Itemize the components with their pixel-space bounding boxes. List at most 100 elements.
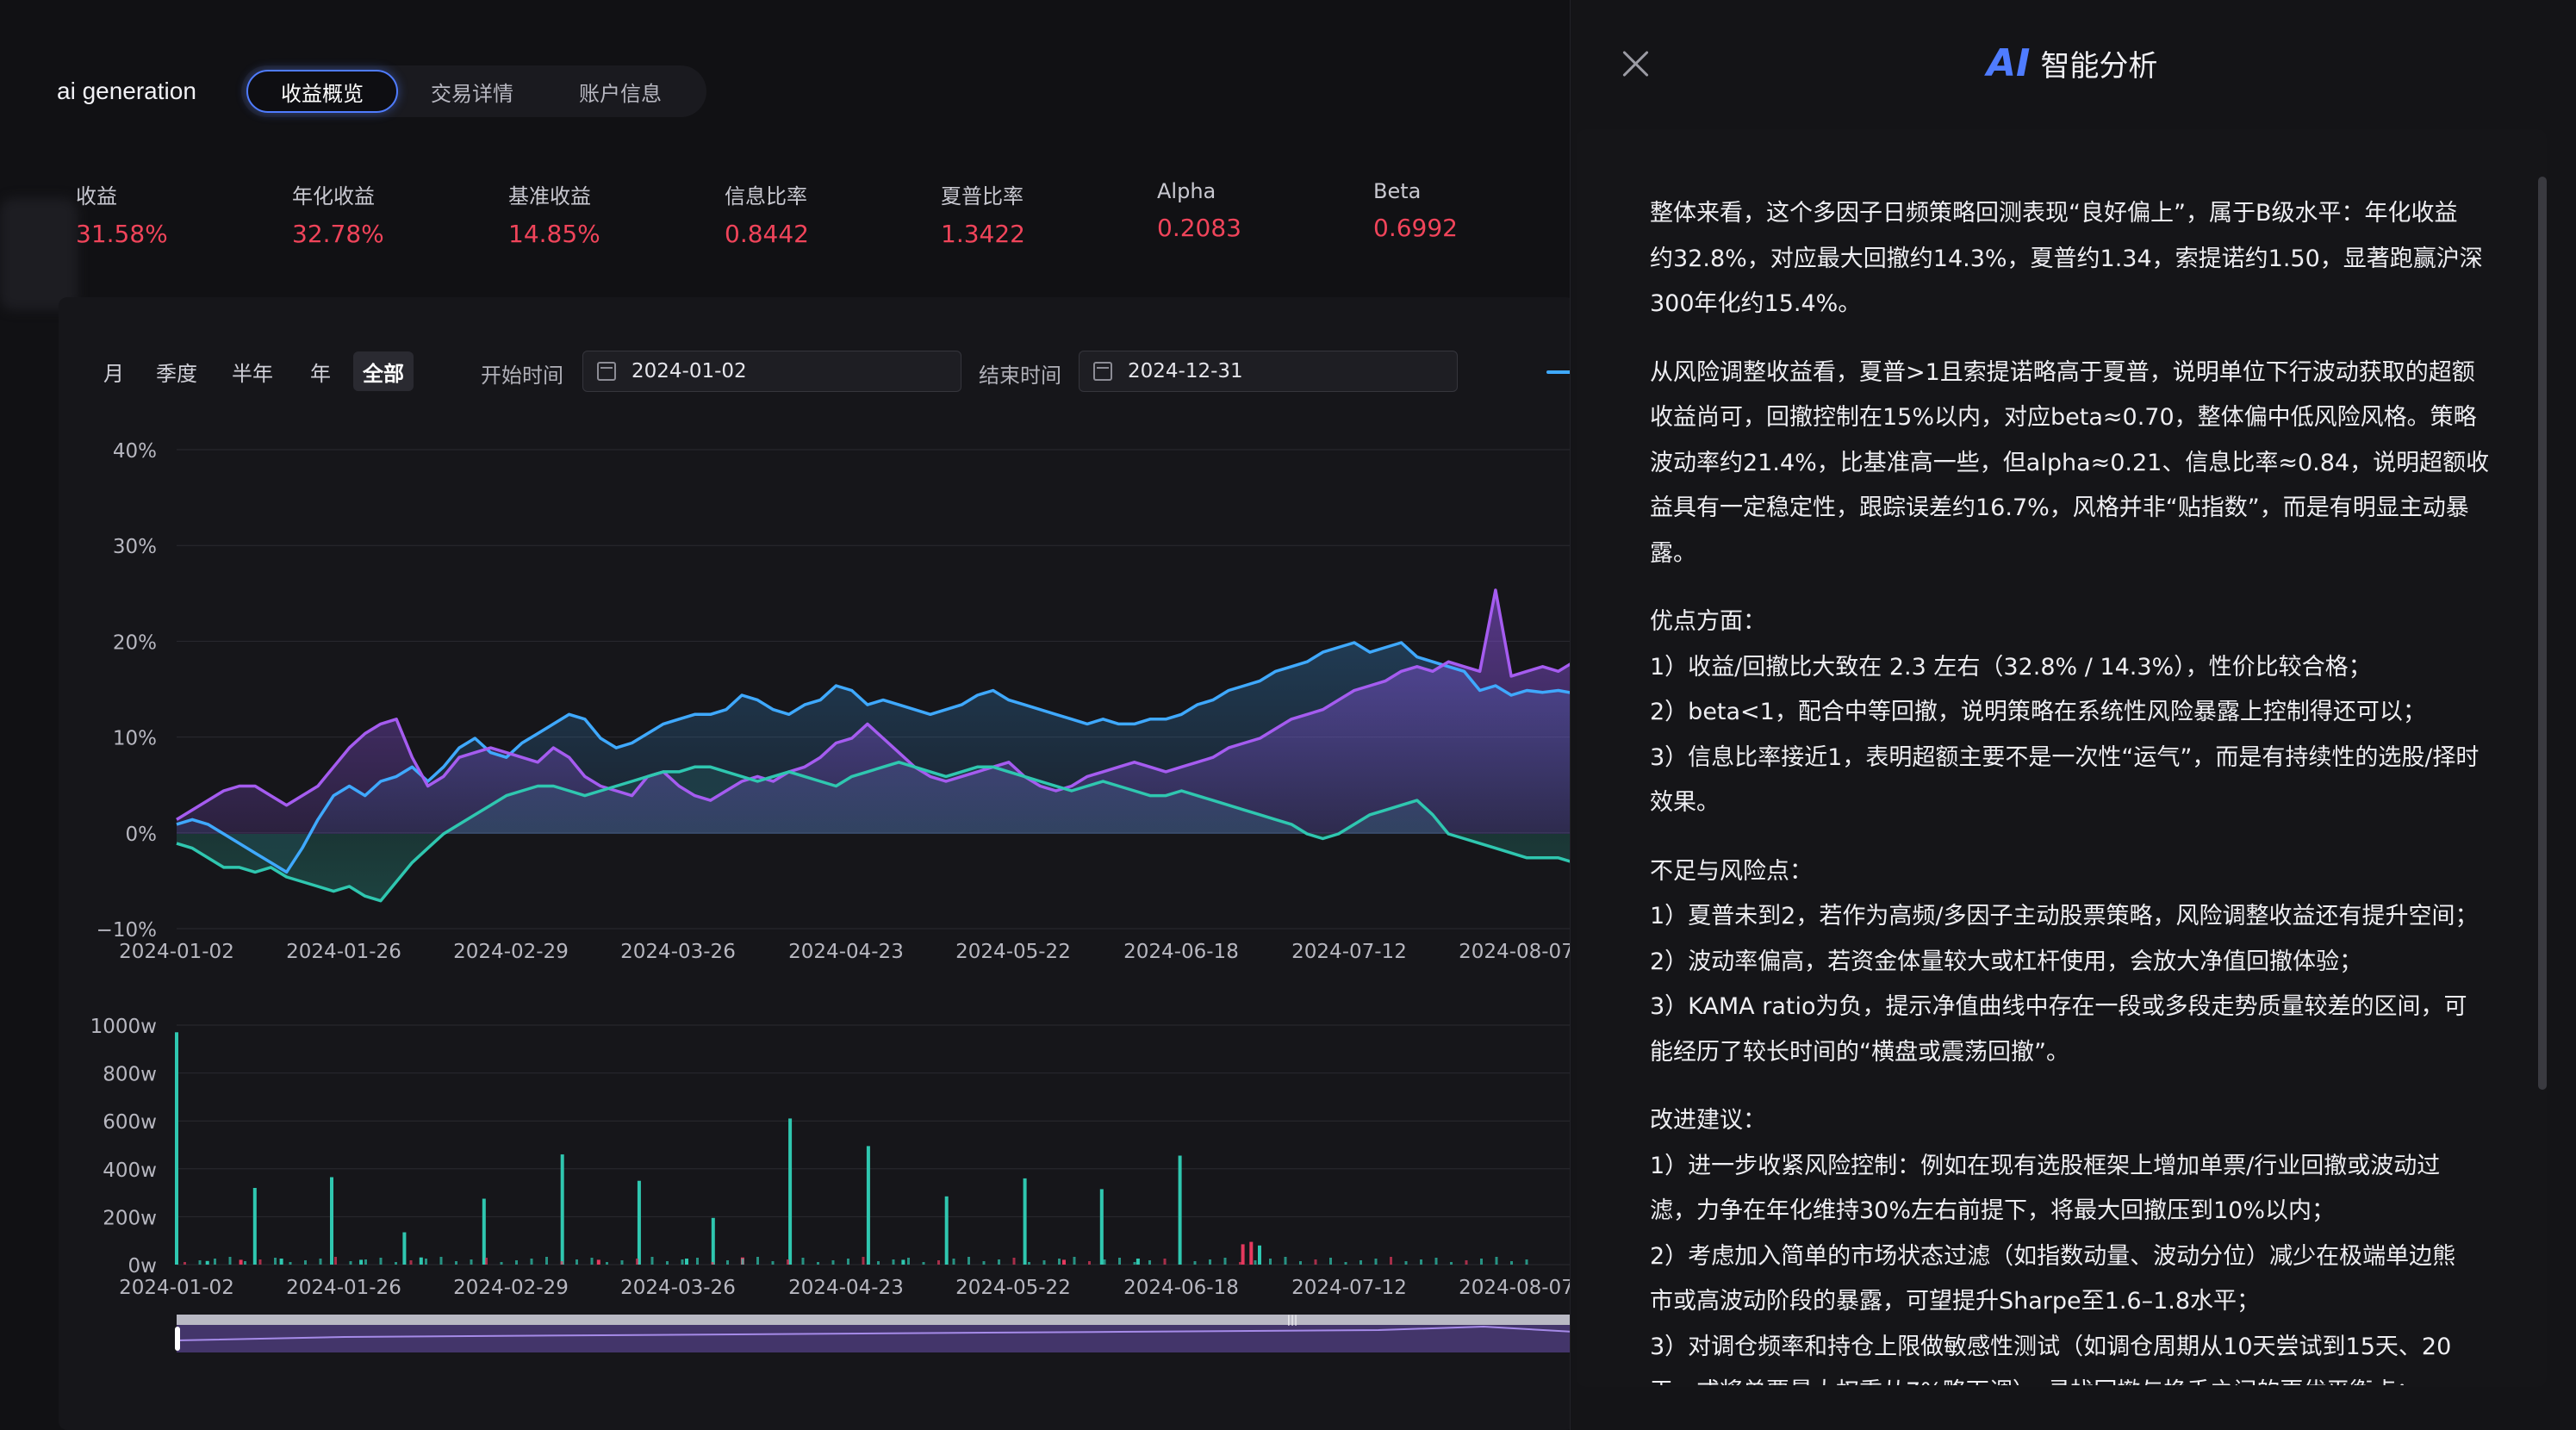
volume-bar-small — [576, 1259, 578, 1265]
volume-bar-small — [304, 1260, 307, 1265]
volume-bar[interactable] — [419, 1257, 423, 1265]
volume-bar-small — [1299, 1261, 1302, 1265]
volume-bar[interactable] — [1178, 1155, 1182, 1265]
volume-bar-small — [817, 1262, 819, 1265]
drawer-title: AI 智能分析 — [1987, 41, 2157, 85]
volume-bar[interactable] — [560, 1154, 564, 1265]
volume-bar-small — [515, 1260, 518, 1265]
volume-bar[interactable] — [788, 1118, 793, 1265]
analysis-line: 3）信息比率接近1，表明超额主要不是一次性“运气”，而是有持续性的选股/择时 — [1650, 743, 2480, 771]
volume-bar-small — [289, 1262, 292, 1265]
volume-bar-chart[interactable]: 1000w 800w 600w 400w 200w 0w2024-01-02 2024-01… — [90, 1016, 1570, 1299]
volume-bar-small — [349, 1261, 352, 1265]
volume-bar-small — [892, 1259, 895, 1265]
volume-bar-small — [787, 1259, 789, 1265]
volume-bar[interactable] — [866, 1146, 870, 1265]
volume-bar-small — [228, 1257, 232, 1265]
volume-bar[interactable] — [175, 1032, 178, 1265]
volume-bar-small — [1012, 1258, 1016, 1265]
cumulative-return-chart[interactable]: 40% 30% 20% 10% 0% −10%2024-01-02 2024-01-26 20… — [96, 440, 1570, 963]
volume-bar[interactable] — [330, 1177, 333, 1265]
volume-bar-small — [334, 1257, 337, 1265]
volume-bar-small — [666, 1261, 669, 1265]
volume-bar-small — [1525, 1259, 1528, 1265]
line-chart-x-tick: 2024-06-18 — [1123, 941, 1239, 963]
zoom-slider-grip-icon[interactable]: ||| — [1287, 1314, 1297, 1326]
volume-bar-small — [319, 1259, 322, 1265]
volume-bar[interactable] — [1099, 1189, 1104, 1265]
volume-bar[interactable] — [1249, 1241, 1254, 1265]
volume-bar-small — [952, 1259, 955, 1265]
close-icon[interactable] — [1616, 45, 1654, 83]
zoom-slider-left-handle[interactable] — [175, 1327, 180, 1351]
volume-bar[interactable] — [239, 1259, 243, 1265]
volume-bar-small — [1420, 1259, 1422, 1265]
volume-bar-small — [741, 1259, 744, 1265]
bar-chart-y-tick: 0w — [128, 1255, 157, 1278]
charts-svg: 40%30%20%10%0%−10%2024-01-02 2024-01-26 20… — [90, 440, 1570, 1352]
analysis-paragraph: 不足与风险点： 1）夏普未到2，若作为高频/多因子主动股票策略，风险调整收益还有提… — [1650, 849, 2503, 1076]
zoom-slider-selection[interactable] — [177, 1325, 1570, 1352]
volume-bar-small — [1374, 1259, 1378, 1265]
volume-bar-small — [500, 1262, 503, 1265]
volume-bar-small — [1465, 1260, 1468, 1265]
bar-chart-x-tick: 2024-02-29 — [453, 1277, 569, 1299]
analysis-paragraph: 改进建议： 1）进一步收紧风险控制：例如在现有选股框架上增加单票/行业回撤或波动过… — [1650, 1098, 2503, 1385]
volume-bar[interactable] — [1136, 1259, 1140, 1265]
line-chart-x-tick: 2024-01-02 — [119, 941, 234, 963]
volume-bar[interactable] — [1241, 1244, 1245, 1265]
analysis-line: 300年化约15.4%。 — [1650, 290, 1862, 317]
volume-bar-small — [455, 1261, 457, 1265]
volume-bar[interactable] — [637, 1180, 641, 1265]
line-chart-x-tick: 2024-07-12 — [1291, 941, 1407, 963]
volume-bar[interactable] — [1258, 1245, 1261, 1265]
analysis-line: 3）对调仓频率和持仓上限做敏感性测试（如调仓周期从10天尝试到15天、20 — [1650, 1333, 2452, 1360]
analysis-line: 滤，力争在年化维持30%左右前提下，将最大回撤压到10%以内； — [1650, 1197, 2336, 1224]
volume-bar[interactable] — [359, 1259, 364, 1265]
volume-bar[interactable] — [685, 1259, 688, 1265]
analysis-line: 天，或将单票最大权重从7%略下调），寻找回撤与换手之间的更优平衡点； — [1650, 1370, 2503, 1385]
volume-bar[interactable] — [482, 1198, 486, 1265]
volume-bar-small — [425, 1259, 427, 1265]
volume-bar-small — [1404, 1261, 1408, 1265]
volume-bar-small — [1480, 1259, 1483, 1265]
volume-bar-small — [922, 1262, 925, 1265]
volume-bar-small — [409, 1260, 413, 1265]
volume-bar-small — [1103, 1259, 1106, 1265]
volume-bar[interactable] — [205, 1260, 209, 1265]
volume-bar[interactable] — [252, 1188, 257, 1265]
bar-chart-x-tick: 2024-01-26 — [286, 1277, 401, 1299]
volume-bar[interactable] — [402, 1232, 407, 1265]
analysis-line: 从风险调整收益看，夏普>1且索提诺略高于夏普，说明单位下行波动获取的超额 — [1650, 358, 2475, 386]
volume-bar-small — [1058, 1259, 1061, 1265]
volume-bar-small — [1254, 1260, 1257, 1265]
content-scrollbar[interactable] — [2538, 177, 2547, 1090]
volume-bar-small — [726, 1260, 729, 1265]
volume-bar-small — [470, 1259, 473, 1265]
zoom-slider[interactable]: ||| — [175, 1314, 1570, 1352]
volume-bar[interactable] — [279, 1259, 283, 1265]
volume-bar-small — [198, 1260, 202, 1265]
zoom-slider-handle-bar[interactable] — [177, 1315, 1570, 1325]
drawer-title-text: 智能分析 — [2040, 49, 2158, 84]
bar-chart-y-tick: 400w — [103, 1160, 157, 1182]
volume-bar-small — [636, 1259, 638, 1265]
line-chart-x-tick: 2024-05-22 — [955, 941, 1071, 963]
volume-bar-small — [771, 1261, 775, 1265]
volume-bar-small — [530, 1259, 533, 1265]
volume-bar-small — [831, 1260, 835, 1265]
analysis-line: 2）考虑加入简单的市场状态过滤（如指数动量、波动分位）减少在极端单边熊 — [1650, 1242, 2456, 1270]
analysis-line: 约32.8%，对应最大回撤约14.3%，夏普约1.34，索提诺约1.50，显著跑… — [1650, 245, 2483, 272]
volume-bar-small — [1329, 1258, 1332, 1265]
volume-bar[interactable] — [944, 1196, 949, 1265]
volume-bar-small — [1163, 1259, 1167, 1265]
volume-bar[interactable] — [1062, 1259, 1066, 1265]
volume-bar-small — [395, 1262, 397, 1265]
volume-bar[interactable] — [711, 1217, 715, 1265]
volume-bar-small — [258, 1259, 262, 1265]
volume-bar[interactable] — [901, 1259, 905, 1265]
volume-bar[interactable] — [596, 1259, 600, 1265]
volume-bar[interactable] — [1023, 1178, 1027, 1265]
volume-bar-small — [545, 1257, 548, 1265]
volume-bar-small — [560, 1261, 563, 1265]
